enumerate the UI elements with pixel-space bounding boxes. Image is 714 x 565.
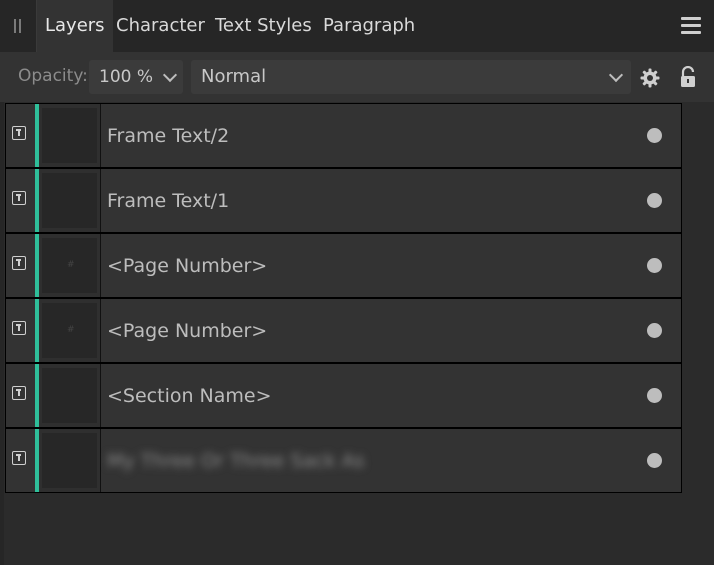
opacity-label: Opacity: xyxy=(18,66,88,86)
layer-thumbnail: # xyxy=(39,234,101,297)
opacity-dropdown[interactable]: 100 % xyxy=(89,60,183,94)
layer-row[interactable]: # <Page Number> xyxy=(5,233,682,298)
layer-name: Frame Text/2 xyxy=(107,125,230,147)
layer-row[interactable]: Frame Text/2 xyxy=(5,103,682,168)
tab-text-styles[interactable]: Text Styles xyxy=(215,0,312,52)
text-frame-icon xyxy=(12,451,26,465)
text-frame-icon xyxy=(12,256,26,270)
panel-left-edge xyxy=(0,102,4,565)
visibility-dot-icon[interactable] xyxy=(647,453,662,468)
tab-paragraph[interactable]: Paragraph xyxy=(323,0,415,52)
layer-thumbnail xyxy=(39,169,101,232)
layer-name: <Page Number> xyxy=(107,255,268,277)
tab-layers[interactable]: Layers xyxy=(36,0,113,52)
layer-row[interactable]: <Section Name> xyxy=(5,363,682,428)
layer-toolbar: Opacity: 100 % Normal xyxy=(0,52,714,102)
lock-icon[interactable] xyxy=(679,66,697,88)
opacity-value: 100 % xyxy=(99,67,154,87)
chevron-down-icon xyxy=(162,67,178,83)
chevron-down-icon xyxy=(608,67,624,83)
hamburger-menu-icon[interactable] xyxy=(681,16,701,34)
layer-name: <Section Name> xyxy=(107,385,272,407)
layer-row[interactable]: My Three Or Three Sack As xyxy=(5,428,682,493)
thumbnail-mark: # xyxy=(67,325,75,335)
text-frame-icon xyxy=(12,321,26,335)
visibility-dot-icon[interactable] xyxy=(647,388,662,403)
layer-thumbnail xyxy=(39,104,101,167)
text-frame-icon xyxy=(12,386,26,400)
thumbnail-mark: # xyxy=(67,260,75,270)
layer-thumbnail xyxy=(39,364,101,427)
visibility-dot-icon[interactable] xyxy=(647,258,662,273)
text-frame-icon xyxy=(12,191,26,205)
gear-icon[interactable] xyxy=(640,68,660,88)
layer-name: My Three Or Three Sack As xyxy=(107,450,365,472)
grip-icon[interactable] xyxy=(12,19,22,33)
layer-row[interactable]: # <Page Number> xyxy=(5,298,682,363)
layer-thumbnail: # xyxy=(39,299,101,362)
visibility-dot-icon[interactable] xyxy=(647,128,662,143)
layer-thumbnail xyxy=(39,429,101,492)
visibility-dot-icon[interactable] xyxy=(647,323,662,338)
blend-mode-dropdown[interactable]: Normal xyxy=(191,60,631,94)
blend-mode-value: Normal xyxy=(201,66,267,87)
tab-character[interactable]: Character xyxy=(116,0,205,52)
layer-name: Frame Text/1 xyxy=(107,190,230,212)
panel-tab-bar: Layers Character Text Styles Paragraph xyxy=(0,0,714,52)
layer-name: <Page Number> xyxy=(107,320,268,342)
layer-row[interactable]: Frame Text/1 xyxy=(5,168,682,233)
visibility-dot-icon[interactable] xyxy=(647,193,662,208)
text-frame-icon xyxy=(12,126,26,140)
